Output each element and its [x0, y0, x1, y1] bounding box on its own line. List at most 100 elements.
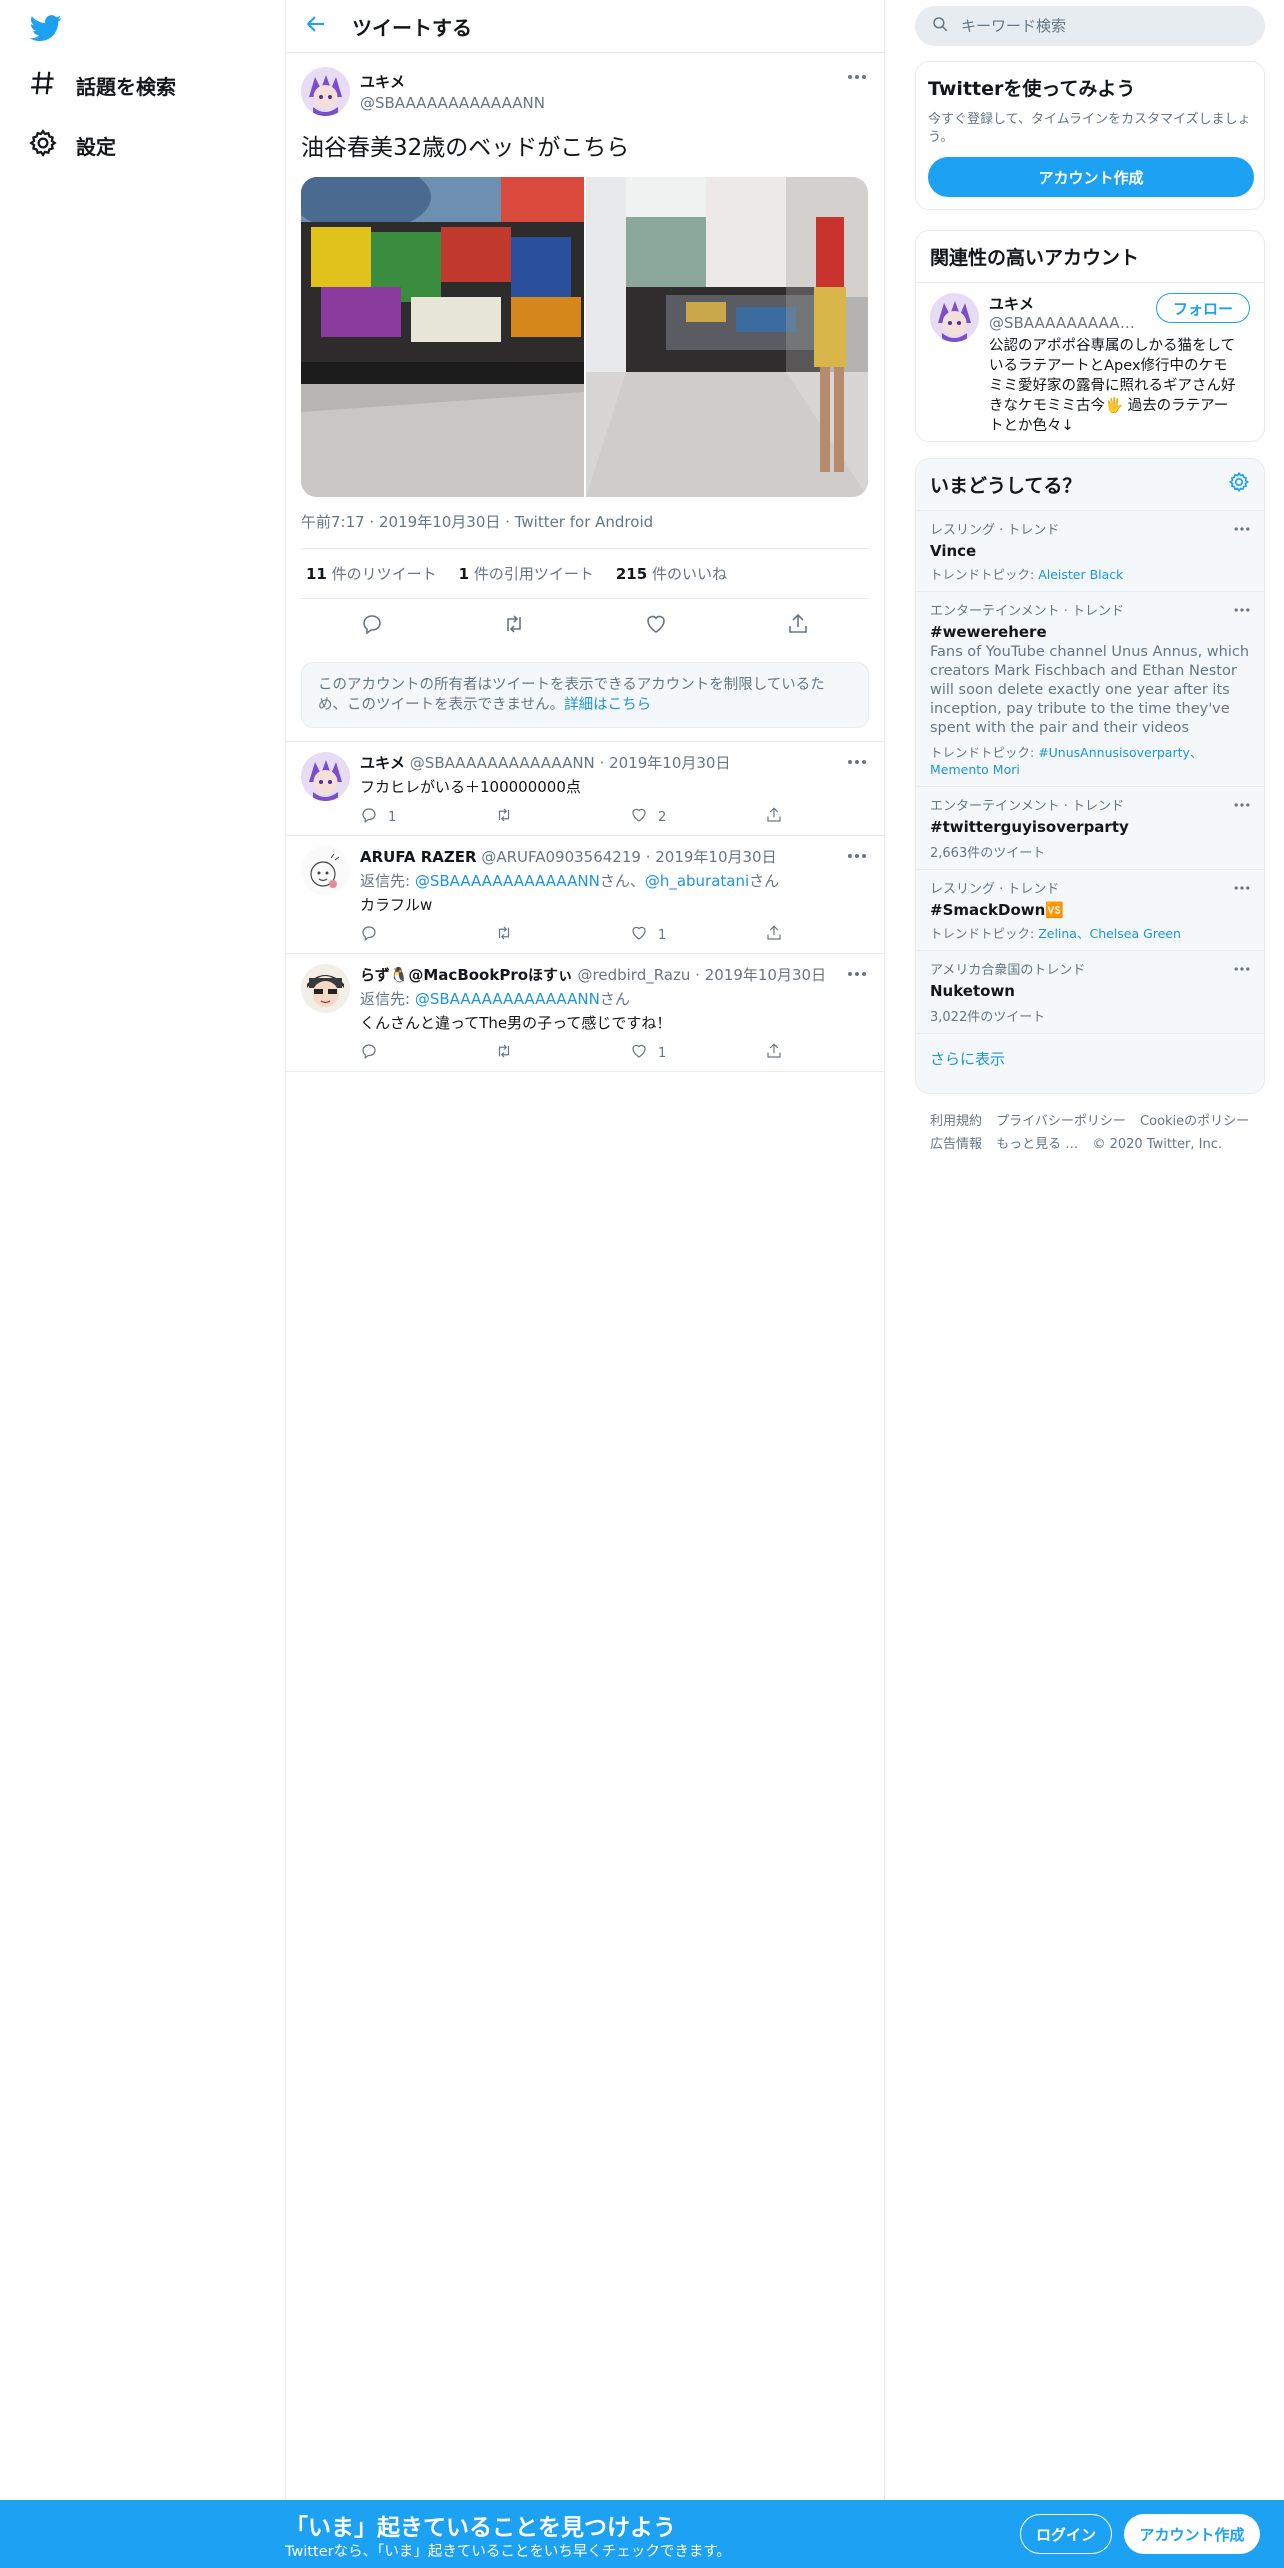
reply-button[interactable]: 1: [360, 806, 495, 828]
retweets-label: 件のリツイート: [326, 565, 437, 583]
tweet-stats: 11 件のリツイート 1 件の引用ツイート 215 件のいいね: [301, 549, 869, 599]
share-icon[interactable]: [786, 612, 810, 636]
like-button[interactable]: 1: [630, 1042, 765, 1064]
search-bar[interactable]: [915, 6, 1265, 46]
share-button[interactable]: [765, 806, 900, 828]
share-icon: [765, 806, 793, 828]
trend-item[interactable]: エンターテインメント · トレンド #wewerehere Fans of Yo…: [916, 592, 1264, 787]
retweet-icon[interactable]: [502, 612, 526, 636]
more-options-icon[interactable]: [1232, 519, 1252, 539]
reply-author-handle[interactable]: @SBAAAAAAAAAAAANN: [410, 754, 595, 772]
show-more-link[interactable]: さらに表示: [916, 1034, 1264, 1083]
trend-topic: トレンドトピック: Aleister Black: [930, 566, 1250, 583]
trend-item[interactable]: アメリカ合衆国のトレンド Nuketown 3,022件のツイート: [916, 951, 1264, 1034]
reply-date[interactable]: 2019年10月30日: [705, 966, 826, 984]
author-avatar[interactable]: [301, 66, 350, 116]
mention-separator: さん、: [599, 872, 645, 890]
trend-name: #twitterguyisoverparty: [930, 818, 1129, 836]
footer-link-more[interactable]: もっと見る …: [996, 1137, 1078, 1152]
quotes-stat[interactable]: 1 件の引用ツイート: [459, 563, 594, 584]
trend-item[interactable]: レスリング · トレンド #SmackDown🆚 トレンドトピック: Zelin…: [916, 870, 1264, 951]
back-arrow-icon[interactable]: [304, 12, 328, 40]
like-button[interactable]: 1: [630, 924, 765, 946]
more-options-icon[interactable]: [1232, 600, 1252, 620]
reply-author-handle[interactable]: @ARUFA0903564219: [481, 848, 641, 866]
footer-link-ads[interactable]: 広告情報: [930, 1137, 982, 1152]
nav-settings[interactable]: 設定: [28, 123, 116, 167]
reply-author-handle[interactable]: @redbird_Razu: [578, 966, 691, 984]
like-icon: [630, 924, 658, 946]
nav-explore[interactable]: 話題を検索: [28, 63, 176, 107]
more-options-icon[interactable]: [845, 65, 869, 89]
retweet-button[interactable]: [495, 806, 630, 828]
login-button[interactable]: ログイン: [1020, 2514, 1112, 2554]
tweet-client[interactable]: Twitter for Android: [515, 513, 653, 531]
reply-button[interactable]: [360, 924, 495, 946]
tweet-time[interactable]: 午前7:17: [301, 513, 365, 531]
settings-gear-icon[interactable]: [1228, 471, 1250, 498]
twitter-logo-icon[interactable]: [28, 12, 64, 44]
more-options-icon[interactable]: [1232, 959, 1252, 979]
trend-item[interactable]: エンターテインメント · トレンド #twitterguyisoverparty…: [916, 787, 1264, 870]
more-options-icon[interactable]: [845, 962, 869, 986]
reply-tweet[interactable]: ARUFA RAZER @ARUFA0903564219 · 2019年10月3…: [286, 835, 884, 953]
more-options-icon[interactable]: [845, 844, 869, 868]
reply-date[interactable]: 2019年10月30日: [655, 848, 776, 866]
like-icon: [630, 806, 658, 828]
more-options-icon[interactable]: [845, 750, 869, 774]
retweet-button[interactable]: [495, 1042, 630, 1064]
bottom-bar-title: 「いま」起きていることを見つけよう: [285, 2515, 676, 2541]
trend-item[interactable]: レスリング · トレンド Vince トレンドトピック: Aleister Bl…: [916, 511, 1264, 592]
trend-topic-link[interactable]: Zelina、Chelsea Green: [1038, 926, 1181, 941]
share-button[interactable]: [765, 924, 900, 946]
learn-more-link[interactable]: 詳細はこちら: [564, 697, 651, 713]
reply-icon: [360, 1042, 388, 1064]
reply-tweet[interactable]: らず🐧@MacBookProほすぃ @redbird_Razu · 2019年1…: [286, 953, 884, 1072]
follow-button[interactable]: フォロー: [1156, 293, 1250, 323]
reply-author-name[interactable]: ユキメ: [360, 754, 405, 772]
likes-stat[interactable]: 215 件のいいね: [616, 563, 727, 584]
author-handle[interactable]: @SBAAAAAAAAAAAANN: [360, 94, 545, 112]
mention-link[interactable]: @SBAAAAAAAAAAAANN: [415, 990, 600, 1008]
tweet-photo[interactable]: [301, 177, 584, 497]
trend-topic-link[interactable]: Aleister Black: [1038, 567, 1123, 582]
retweets-stat[interactable]: 11 件のリツイート: [306, 563, 437, 584]
signup-button[interactable]: アカウント作成: [1124, 2514, 1260, 2554]
reply-icon[interactable]: [360, 612, 384, 636]
reply-date[interactable]: 2019年10月30日: [609, 754, 730, 772]
bottom-signup-bar: 「いま」起きていることを見つけよう Twitterなら、「いま」起きていることを…: [0, 2500, 1284, 2568]
like-count: 1: [658, 927, 667, 943]
reply-text: フカヒレがいる＋100000000点: [360, 778, 581, 796]
reply-author-name[interactable]: ARUFA RAZER: [360, 848, 477, 866]
search-icon: [931, 15, 949, 37]
create-account-button[interactable]: アカウント作成: [928, 157, 1254, 197]
like-icon[interactable]: [644, 612, 668, 636]
tweet-media[interactable]: [301, 177, 868, 497]
reply-avatar[interactable]: [301, 752, 350, 801]
related-handle[interactable]: @SBAAAAAAAAAAAANN: [989, 314, 1139, 332]
reply-icon: [360, 806, 388, 828]
more-options-icon[interactable]: [1232, 878, 1252, 898]
reply-avatar[interactable]: [301, 964, 350, 1013]
share-button[interactable]: [765, 1042, 900, 1064]
related-account[interactable]: ユキメ @SBAAAAAAAAAAAANN 公認のアポポ谷専属のしかる猫をしてい…: [916, 283, 1264, 441]
reply-text: カラフルw: [360, 896, 433, 914]
search-input[interactable]: [961, 17, 1241, 35]
mention-link[interactable]: @h_aburatani: [645, 872, 749, 890]
footer-link-cookies[interactable]: Cookieのポリシー: [1140, 1114, 1249, 1129]
like-button[interactable]: 2: [630, 806, 765, 828]
meta-separator: ·: [645, 848, 656, 866]
footer-link-terms[interactable]: 利用規約: [930, 1114, 982, 1129]
retweet-button[interactable]: [495, 924, 630, 946]
footer-link-privacy[interactable]: プライバシーポリシー: [996, 1114, 1126, 1129]
reply-avatar[interactable]: [301, 846, 350, 895]
mention-link[interactable]: @SBAAAAAAAAAAAANN: [415, 872, 600, 890]
reply-tweet[interactable]: ユキメ @SBAAAAAAAAAAAANN · 2019年10月30日 フカヒレ…: [286, 741, 884, 835]
tweet-photo[interactable]: [586, 177, 868, 497]
related-avatar[interactable]: [930, 293, 979, 342]
author-name[interactable]: ユキメ: [360, 71, 545, 92]
more-options-icon[interactable]: [1232, 795, 1252, 815]
reply-author-name[interactable]: らず🐧@MacBookProほすぃ: [360, 966, 573, 984]
tweet-date[interactable]: 2019年10月30日: [379, 513, 500, 531]
reply-button[interactable]: [360, 1042, 495, 1064]
